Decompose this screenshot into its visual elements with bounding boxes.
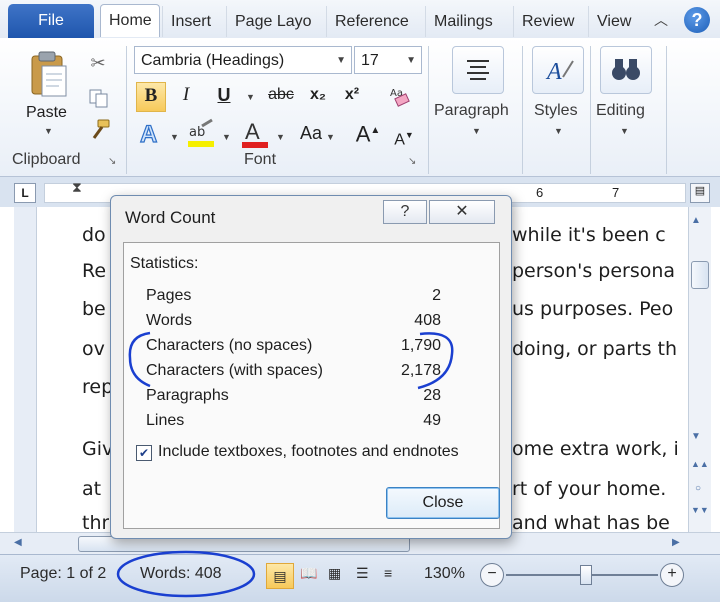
annotation-bracket-right-icon [417,332,454,390]
annotation-bracket-left-icon [128,331,151,388]
annotation-overlay [116,331,454,598]
annotation-word-count-circle-icon [116,550,256,598]
